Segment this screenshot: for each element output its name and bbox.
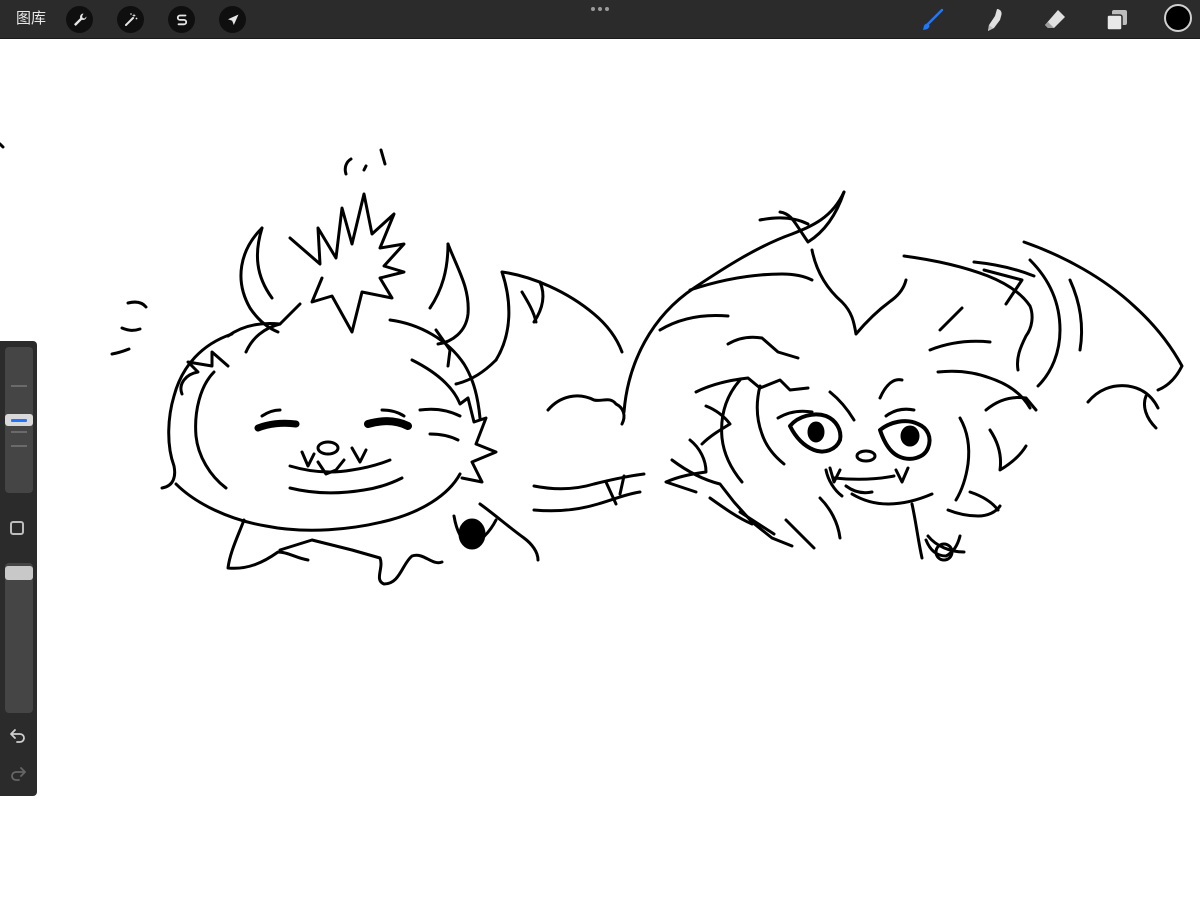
right-creature-sketch	[622, 190, 1184, 562]
stray-stroke	[0, 142, 5, 149]
selection-button[interactable]	[168, 6, 195, 33]
more-options-button[interactable]	[588, 4, 612, 14]
brush-tool-button[interactable]	[918, 6, 946, 34]
dot-icon	[605, 7, 609, 11]
smudge-finger-icon	[988, 9, 1002, 31]
layers-button[interactable]	[1103, 6, 1131, 34]
gallery-button[interactable]: 图库	[16, 9, 46, 29]
arrow-cursor-icon	[227, 14, 238, 25]
transform-button[interactable]	[219, 6, 246, 33]
actions-button[interactable]	[66, 6, 93, 33]
selection-s-icon	[176, 14, 187, 25]
adjustments-button[interactable]	[117, 6, 144, 33]
procreate-app: 图库	[0, 0, 1200, 899]
left-creature-sketch	[110, 148, 646, 586]
smudge-tool-button[interactable]	[980, 6, 1008, 34]
dot-icon	[598, 7, 602, 11]
color-picker-button[interactable]	[1164, 4, 1192, 32]
eraser-icon	[1045, 10, 1065, 28]
layers-icon	[1106, 10, 1127, 31]
left-wing-sketch	[454, 270, 626, 426]
top-toolbar: 图库	[0, 0, 1200, 39]
wrench-icon	[73, 13, 86, 26]
drawing-canvas[interactable]	[0, 39, 1200, 899]
magic-wand-icon	[124, 12, 137, 26]
dot-icon	[591, 7, 595, 11]
eraser-tool-button[interactable]	[1041, 6, 1069, 34]
brush-icon	[923, 8, 944, 30]
